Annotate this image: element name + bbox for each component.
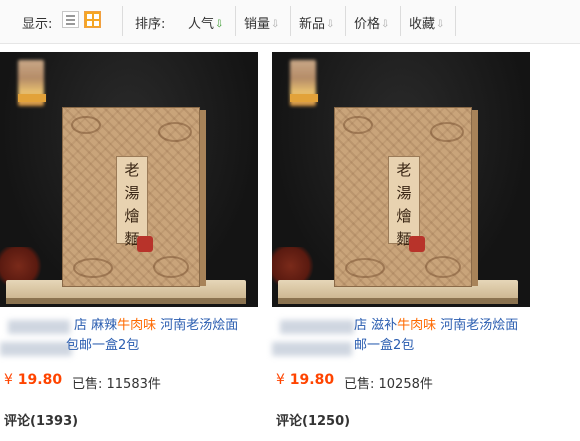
red-seal-icon bbox=[137, 236, 153, 252]
sort-price[interactable]: 价格⇩ bbox=[354, 13, 390, 32]
sort-favorites[interactable]: 收藏⇩ bbox=[409, 13, 445, 32]
box-title-label: 老 湯 燴 麵 bbox=[116, 156, 148, 248]
review-count-link[interactable]: 评论(1250) bbox=[276, 410, 350, 429]
toolbar-divider bbox=[290, 6, 291, 36]
grid-view-icon[interactable] bbox=[84, 11, 101, 28]
sold-count: 已售: 11583件 bbox=[72, 377, 161, 392]
sort-arrow-icon: ⇩ bbox=[381, 19, 390, 30]
toolbar-divider bbox=[455, 6, 456, 36]
sort-new[interactable]: 新品⇩ bbox=[299, 13, 335, 32]
product-box: 老 湯 燴 麵 bbox=[334, 107, 472, 287]
product-title-link[interactable]: 店 滋补牛肉味 河南老汤烩面 邮一盒2包 bbox=[272, 316, 530, 356]
sort-sales-label: 销量 bbox=[244, 17, 271, 32]
review-count-link[interactable]: 评论(1393) bbox=[4, 410, 78, 429]
sort-arrow-icon: ⇩ bbox=[436, 19, 445, 30]
product-image[interactable]: 老 湯 燴 麵 bbox=[272, 52, 530, 307]
sort-price-label: 价格 bbox=[354, 17, 381, 32]
product-price: ¥ 19.80 bbox=[276, 372, 335, 388]
product-image[interactable]: 老 湯 燴 麵 bbox=[0, 52, 258, 307]
sold-count: 已售: 10258件 bbox=[344, 377, 433, 392]
product-price: ¥ 19.80 bbox=[4, 372, 63, 388]
list-view-icon[interactable] bbox=[62, 11, 79, 28]
sort-toolbar: 显示: 排序: 人气⇩ 销量⇩ 新品⇩ 价格⇩ 收藏⇩ bbox=[0, 0, 580, 44]
sort-favorites-label: 收藏 bbox=[409, 17, 436, 32]
toolbar-divider bbox=[235, 6, 236, 36]
product-title-link[interactable]: 店 麻辣牛肉味 河南老汤烩面 包邮一盒2包 bbox=[0, 316, 258, 356]
sort-label: 排序: bbox=[135, 17, 166, 32]
product-card[interactable]: 老 湯 燴 麵 店 麻辣牛肉味 河南老汤烩面 包邮一盒2包 ¥ 19.80 已售… bbox=[0, 52, 258, 429]
sort-sales[interactable]: 销量⇩ bbox=[244, 13, 280, 32]
sort-arrow-icon: ⇩ bbox=[326, 19, 335, 30]
red-seal-icon bbox=[409, 236, 425, 252]
sort-arrow-icon: ⇩ bbox=[215, 19, 224, 30]
sort-popularity-label: 人气 bbox=[188, 17, 215, 32]
toolbar-divider bbox=[122, 6, 123, 36]
toolbar-divider bbox=[400, 6, 401, 36]
product-box: 老 湯 燴 麵 bbox=[62, 107, 200, 287]
box-title-label: 老 湯 燴 麵 bbox=[388, 156, 420, 248]
product-card[interactable]: 老 湯 燴 麵 店 滋补牛肉味 河南老汤烩面 邮一盒2包 ¥ 19.80 已售:… bbox=[272, 52, 530, 429]
sort-popularity[interactable]: 人气⇩ bbox=[188, 13, 224, 32]
sort-arrow-icon: ⇩ bbox=[271, 19, 280, 30]
toolbar-divider bbox=[345, 6, 346, 36]
sort-new-label: 新品 bbox=[299, 17, 326, 32]
display-label: 显示: bbox=[22, 17, 53, 32]
